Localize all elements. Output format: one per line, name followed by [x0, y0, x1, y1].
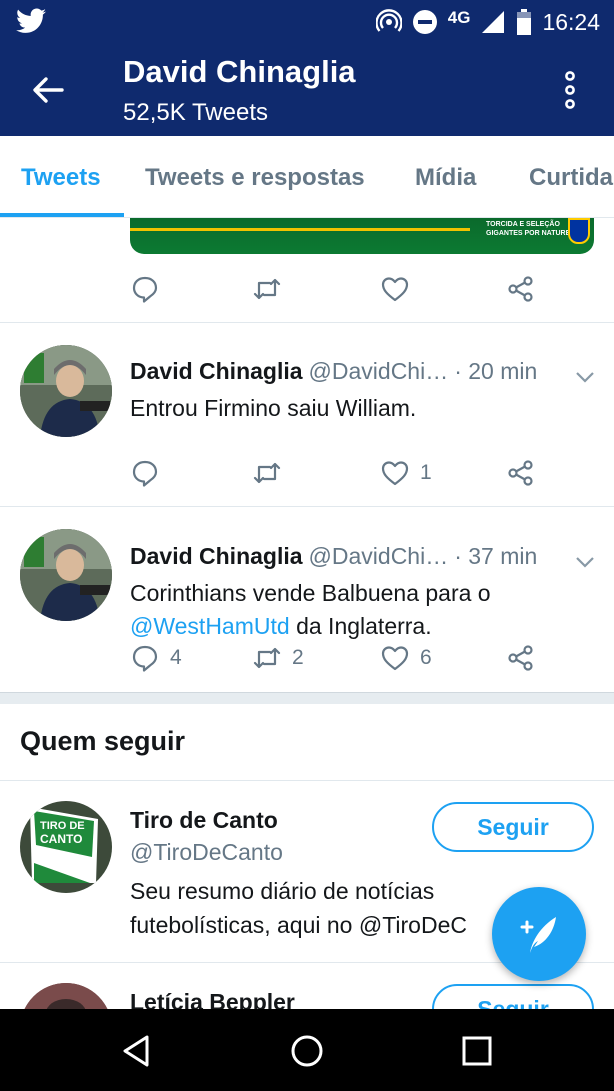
avatar[interactable]	[20, 345, 112, 437]
tweet-time: · 37 min	[454, 543, 538, 569]
logo-text: TIRO DE	[40, 820, 85, 832]
like-count: 6	[420, 646, 432, 669]
author-handle[interactable]: @DavidChi…	[309, 358, 449, 385]
signal-icon	[482, 11, 505, 33]
tab-media[interactable]: Mídia	[415, 164, 476, 192]
share-button[interactable]	[506, 641, 536, 675]
tweet[interactable]: David Chinaglia @DavidChi… · 37 min Cori…	[0, 507, 614, 692]
tweet-header: David Chinaglia @DavidChi… · 20 min	[130, 358, 537, 385]
tweet[interactable]: David Chinaglia @DavidChi… · 20 min Entr…	[0, 322, 614, 506]
back-triangle-icon[interactable]	[117, 1031, 157, 1071]
logo-text: CANTO	[40, 832, 82, 846]
heart-icon	[381, 277, 409, 302]
account-name[interactable]: Tiro de Canto	[130, 807, 278, 834]
reply-button[interactable]	[130, 272, 160, 306]
clock: 16:24	[542, 8, 600, 35]
avatar[interactable]	[20, 983, 112, 1009]
compose-tweet-button[interactable]	[492, 887, 586, 981]
retweet-icon	[253, 278, 281, 300]
tweet-text: Corinthians vende Balbuena para o @WestH…	[130, 577, 600, 643]
author-name[interactable]: David Chinaglia	[130, 543, 303, 570]
avatar-image	[20, 983, 112, 1009]
tweet-text-line: Corinthians vende Balbuena para o	[130, 580, 491, 606]
retweet-count: 2	[292, 646, 304, 669]
back-arrow-icon[interactable]	[30, 72, 66, 108]
avatar-image	[20, 345, 112, 437]
twitter-bird-icon	[16, 8, 46, 33]
reply-button[interactable]	[130, 456, 170, 490]
reply-icon	[132, 276, 158, 303]
account-name[interactable]: Letícia Beppler	[130, 989, 295, 1009]
avatar[interactable]	[20, 529, 112, 621]
author-name[interactable]: David Chinaglia	[130, 358, 303, 385]
like-button[interactable]: 1	[380, 456, 432, 490]
avatar[interactable]: TIRO DE CANTO	[20, 801, 112, 893]
author-handle[interactable]: @DavidChi…	[309, 543, 449, 570]
share-icon	[508, 645, 533, 671]
profile-tabs: Tweets Tweets e respostas Mídia Curtida	[0, 136, 614, 218]
like-button[interactable]	[380, 272, 410, 306]
tiro-de-canto-logo: TIRO DE CANTO	[20, 801, 112, 893]
compose-feather-icon	[520, 917, 556, 953]
profile-title: David Chinaglia	[123, 54, 356, 89]
more-options-icon[interactable]	[560, 70, 580, 110]
tweet-text-tail: da Inglaterra.	[289, 613, 432, 639]
tweet-time: · 20 min	[454, 358, 538, 384]
media-stripe	[130, 228, 470, 231]
account-handle[interactable]: @TiroDeCanto	[130, 839, 283, 866]
retweet-icon	[253, 647, 281, 669]
like-button[interactable]: 6	[380, 641, 432, 675]
tweet-text-line: @WestHamUtd da Inglaterra.	[130, 610, 600, 643]
share-button[interactable]	[506, 456, 536, 490]
heart-icon	[381, 646, 409, 671]
recents-square-icon[interactable]	[457, 1031, 497, 1071]
tab-tweets[interactable]: Tweets	[21, 164, 101, 192]
mention-link[interactable]: @WestHamUtd	[130, 613, 290, 639]
tweet-actions: 4 2 6	[130, 641, 550, 675]
profile-header: David Chinaglia 52,5K Tweets	[0, 44, 614, 136]
like-count: 1	[420, 461, 432, 484]
section-separator	[0, 692, 614, 704]
chevron-down-icon[interactable]	[572, 549, 598, 575]
system-navigation-bar	[0, 1009, 614, 1091]
tweet-header: David Chinaglia @DavidChi… · 37 min	[130, 543, 537, 570]
reply-count: 4	[170, 646, 182, 669]
chevron-down-icon[interactable]	[572, 364, 598, 390]
reply-icon	[132, 460, 158, 487]
avatar-image	[20, 529, 112, 621]
media-caption: TORCIDA E SELEÇÃO GIGANTES POR NATUREZA	[486, 221, 580, 237]
tweet-actions: 1	[130, 456, 550, 490]
share-icon	[508, 276, 533, 302]
tweet-actions	[130, 272, 550, 306]
tab-likes[interactable]: Curtida	[529, 164, 613, 192]
who-to-follow-title: Quem seguir	[20, 726, 186, 756]
home-circle-icon[interactable]	[287, 1031, 327, 1071]
active-tab-indicator	[0, 213, 124, 217]
reply-icon	[132, 645, 158, 672]
status-bar: 4G 16:24	[0, 0, 614, 44]
share-icon	[508, 460, 533, 486]
battery-icon	[517, 9, 532, 35]
network-type: 4G	[447, 8, 471, 27]
retweet-button[interactable]: 2	[252, 641, 304, 675]
hotspot-icon	[375, 9, 402, 32]
retweet-icon	[253, 462, 281, 484]
do-not-disturb-icon	[412, 10, 437, 34]
tab-tweets-and-replies[interactable]: Tweets e respostas	[145, 164, 365, 192]
follow-button[interactable]: Seguir	[432, 802, 594, 852]
follow-button[interactable]: Seguir	[432, 984, 594, 1009]
cbf-crest	[568, 218, 590, 244]
retweet-button[interactable]	[252, 456, 292, 490]
retweet-button[interactable]	[252, 272, 282, 306]
reply-button[interactable]: 4	[130, 641, 182, 675]
share-button[interactable]	[506, 272, 536, 306]
heart-icon	[381, 461, 409, 486]
tweet-text: Entrou Firmino saiu William.	[130, 395, 417, 421]
tweet-media-image[interactable]: TORCIDA E SELEÇÃO GIGANTES POR NATUREZA	[130, 218, 594, 254]
tweet-count: 52,5K Tweets	[123, 99, 268, 126]
